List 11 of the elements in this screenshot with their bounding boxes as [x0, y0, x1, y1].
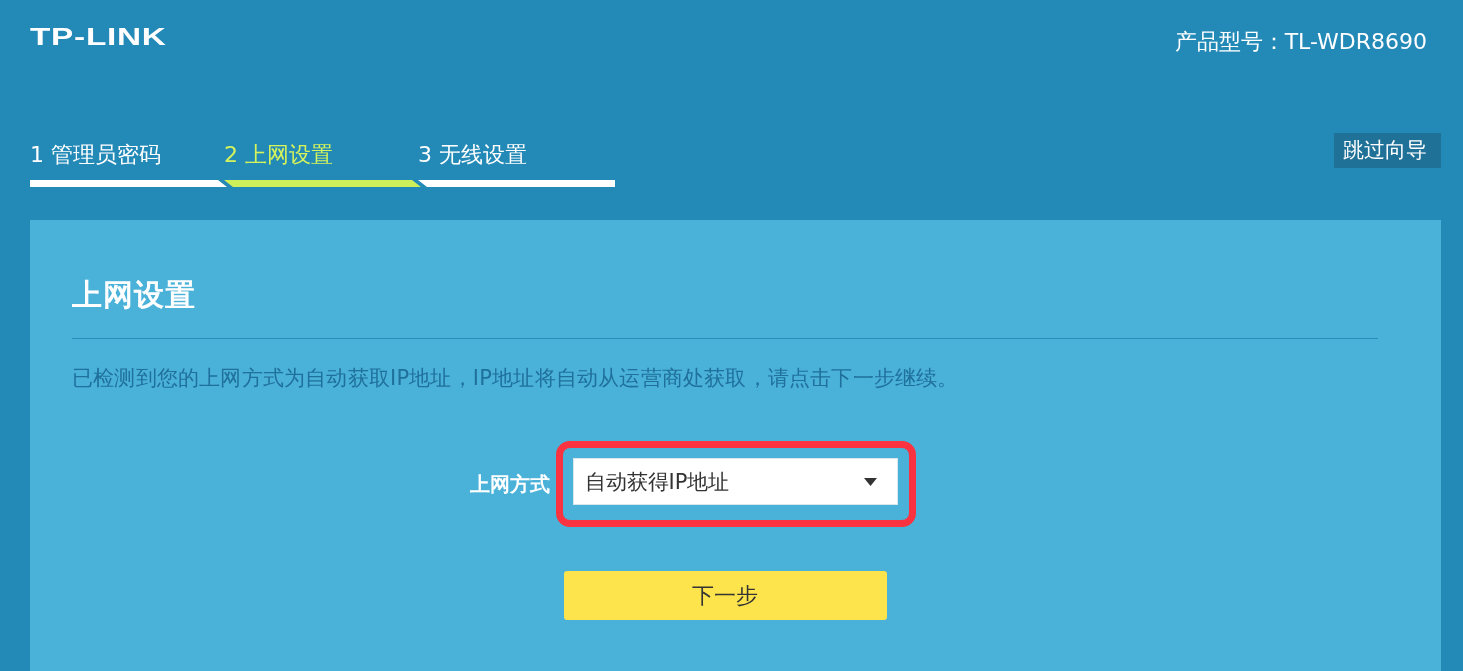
model-text: 产品型号：TL-WDR8690 — [1174, 28, 1427, 56]
description-text: 已检测到您的上网方式为自动获取IP地址，IP地址将自动从运营商处获取，请点击下一步继续。 — [72, 365, 960, 392]
next-button[interactable]: 下一步 — [563, 571, 887, 620]
field-label: 上网方式 — [469, 470, 550, 498]
select-value: 自动获得IP地址 — [584, 468, 730, 496]
caret-icon — [863, 477, 877, 486]
skip-wizard-button[interactable]: 跳过向导 — [1334, 133, 1441, 168]
logo-text: TP-LINK — [30, 24, 167, 50]
step-tab[interactable]: 3 无线设置 — [418, 140, 615, 187]
panel-title: 上网设置 — [72, 276, 197, 314]
connection-type-select[interactable]: 自动获得IP地址 — [572, 458, 898, 505]
